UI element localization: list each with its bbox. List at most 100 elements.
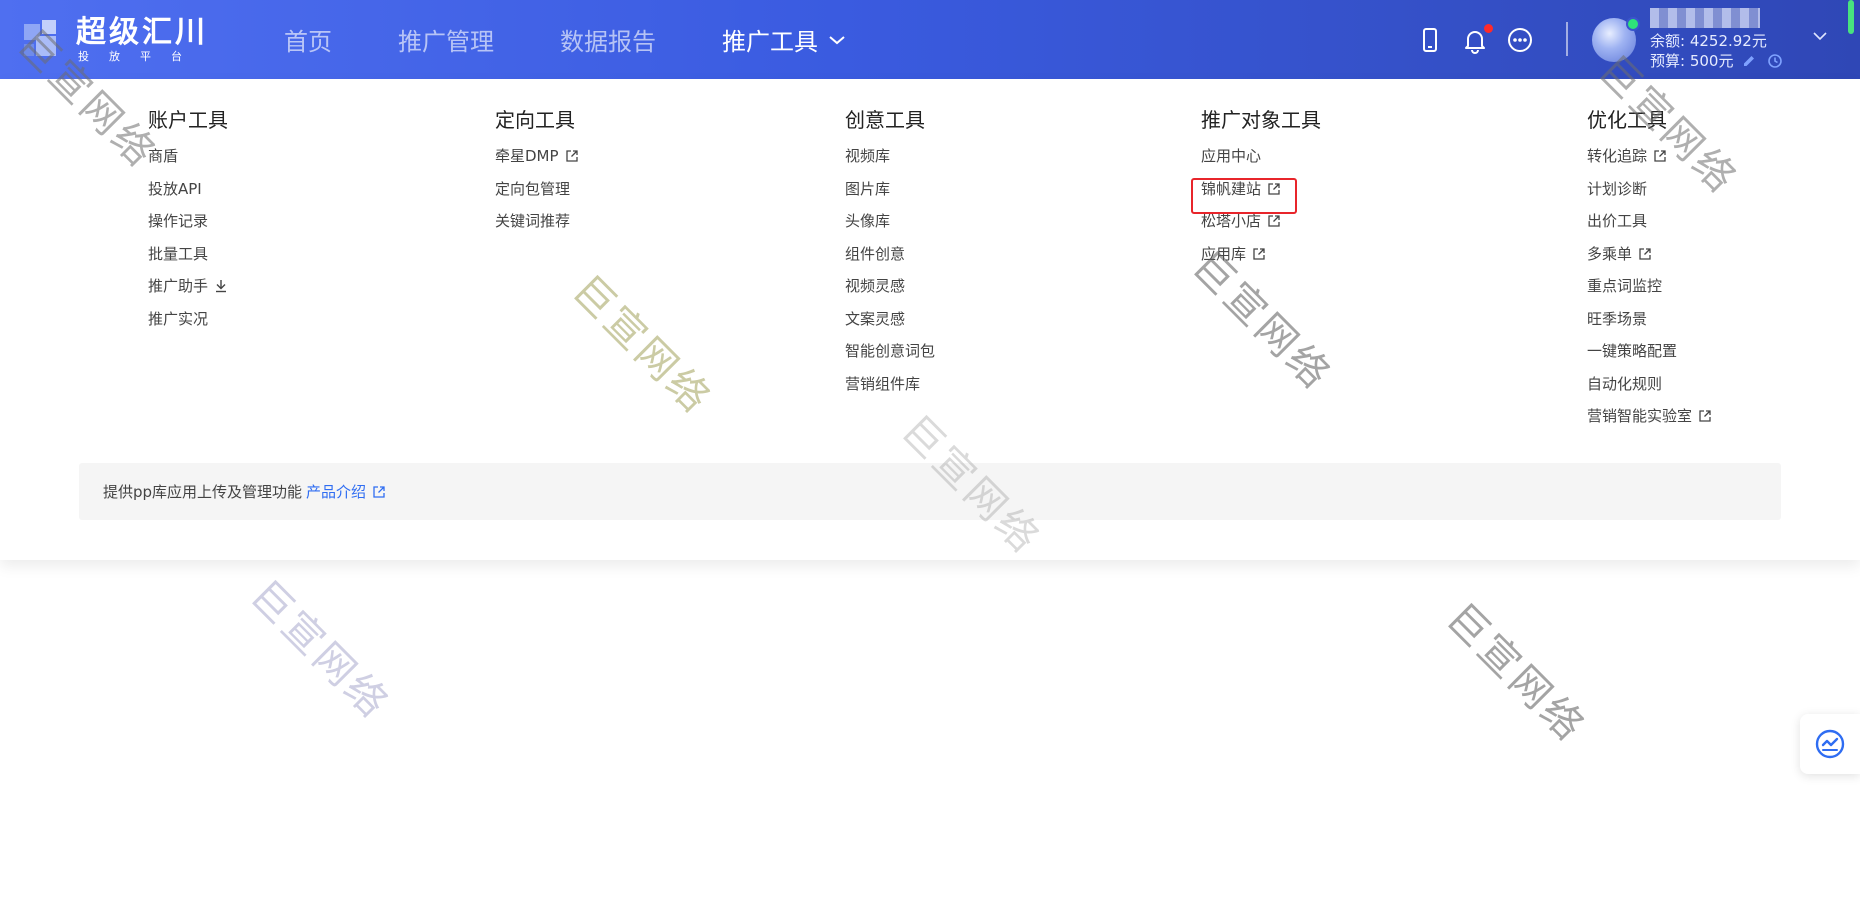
- nav-item-promotion-management[interactable]: 推广管理: [398, 22, 494, 57]
- menu-item-smart-word-package[interactable]: 智能创意词包: [845, 335, 935, 368]
- external-link-icon: [1654, 150, 1666, 162]
- menu-item-label: 批量工具: [148, 244, 209, 263]
- menu-item-dmp[interactable]: 牵星DMP: [495, 140, 579, 173]
- nav-item-promotion-tools[interactable]: 推广工具: [722, 22, 846, 57]
- top-header: 超级汇川 投放平台 首页 推广管理 数据报告 推广工具 余额: 4252.92元…: [0, 0, 1860, 79]
- menu-item-label: 自动化规则: [1587, 374, 1663, 393]
- menu-column-promotion-object-tools: 推广对象工具 应用中心 锦帆建站 松塔小店 应用库: [1201, 106, 1321, 270]
- product-intro-link[interactable]: 产品介绍: [306, 481, 386, 502]
- watermark: 巨宣网络: [1437, 595, 1595, 753]
- menu-item-label: 营销组件库: [845, 374, 921, 393]
- external-link-icon: [1699, 410, 1711, 422]
- column-title: 定向工具: [495, 108, 575, 132]
- menu-item-targeting-package[interactable]: 定向包管理: [495, 173, 579, 206]
- menu-item-label: 推广助手: [148, 277, 209, 295]
- menu-item-songta-shop[interactable]: 松塔小店: [1201, 205, 1321, 238]
- column-title: 优化工具: [1587, 108, 1667, 132]
- scrollbar-thumb[interactable]: [1848, 0, 1854, 34]
- external-link-icon: [1268, 183, 1280, 195]
- external-link-icon: [1639, 248, 1651, 260]
- menu-item-label: 多乘单: [1587, 244, 1633, 263]
- column-title: 账户工具: [148, 108, 228, 132]
- more-icon[interactable]: [1506, 26, 1534, 54]
- download-icon: [216, 280, 227, 293]
- menu-item-label: 图片库: [845, 179, 891, 198]
- notification-dot: [1484, 24, 1493, 33]
- watermark: 巨宣网络: [241, 572, 399, 730]
- menu-item-label: 操作记录: [148, 212, 209, 230]
- menu-item-keyword-monitor[interactable]: 重点词监控: [1587, 270, 1712, 303]
- account-balance: 余额: 4252.92元: [1650, 32, 1767, 50]
- menu-item-app-center[interactable]: 应用中心: [1201, 140, 1321, 173]
- menu-item-shangdun[interactable]: 商盾: [148, 140, 228, 173]
- user-menu-chevron-icon[interactable]: [1812, 30, 1828, 42]
- menu-item-marketing-lab[interactable]: 营销智能实验室: [1587, 400, 1712, 433]
- external-link-icon: [1268, 215, 1280, 227]
- menu-item-label: 转化追踪: [1587, 147, 1648, 165]
- menu-item-automation-rules[interactable]: 自动化规则: [1587, 368, 1712, 401]
- menu-item-duochengdan[interactable]: 多乘单: [1587, 238, 1712, 271]
- menu-item-keyword-recommend[interactable]: 关键词推荐: [495, 205, 579, 238]
- edit-icon[interactable]: [1741, 53, 1757, 69]
- account-budget-text: 预算: 500元: [1650, 52, 1734, 70]
- account-budget: 预算: 500元: [1650, 50, 1783, 71]
- menu-item-label: 计划诊断: [1587, 179, 1648, 198]
- logo[interactable]: 超级汇川 投放平台: [22, 16, 205, 66]
- nav-item-data-report[interactable]: 数据报告: [560, 22, 656, 57]
- menu-item-marketing-components[interactable]: 营销组件库: [845, 368, 935, 401]
- info-bar: 提供pp库应用上传及管理功能 产品介绍: [79, 463, 1781, 520]
- menu-item-label: 视频灵感: [845, 277, 906, 295]
- menu-item-image-library[interactable]: 图片库: [845, 173, 935, 206]
- menu-item-promotion-live[interactable]: 推广实况: [148, 303, 228, 336]
- menu-item-label: 牵星DMP: [495, 147, 559, 165]
- menu-item-label: 头像库: [845, 212, 891, 230]
- username-blurred: [1650, 8, 1760, 28]
- menu-column-account-tools: 账户工具 商盾 投放API 操作记录 批量工具 推广助手 推广实况: [148, 106, 228, 335]
- info-text: 提供pp库应用上传及管理功能: [103, 483, 303, 501]
- menu-item-label: 应用库: [1201, 244, 1247, 263]
- clock-icon[interactable]: [1767, 53, 1783, 69]
- external-link-icon: [565, 150, 578, 162]
- menu-item-label: 推广实况: [148, 309, 209, 328]
- menu-item-label: 营销智能实验室: [1587, 407, 1693, 425]
- menu-item-label: 投放API: [148, 179, 202, 198]
- logo-mark-icon: [24, 20, 56, 56]
- menu-item-peak-season[interactable]: 旺季场景: [1587, 303, 1712, 336]
- menu-item-label: 商盾: [148, 147, 179, 165]
- menu-item-copy-inspiration[interactable]: 文案灵感: [845, 303, 935, 336]
- product-intro-link-label: 产品介绍: [306, 483, 367, 501]
- menu-item-component-creative[interactable]: 组件创意: [845, 238, 935, 271]
- menu-item-app-library[interactable]: 应用库: [1201, 238, 1321, 271]
- floating-assistant-button[interactable]: [1800, 714, 1860, 774]
- menu-item-label: 一键策略配置: [1587, 342, 1678, 360]
- menu-item-api[interactable]: 投放API: [148, 173, 228, 206]
- menu-item-label: 文案灵感: [845, 309, 906, 328]
- online-status-dot: [1626, 17, 1640, 31]
- menu-item-video-library[interactable]: 视频库: [845, 140, 935, 173]
- nav-item-promotion-tools-label: 推广工具: [722, 28, 818, 56]
- menu-item-promotion-assistant[interactable]: 推广助手: [148, 270, 228, 303]
- menu-item-label: 松塔小店: [1201, 212, 1262, 230]
- mobile-icon[interactable]: [1416, 26, 1444, 54]
- menu-item-label: 定向包管理: [495, 179, 571, 198]
- menu-item-label: 关键词推荐: [495, 212, 571, 230]
- menu-item-plan-diagnosis[interactable]: 计划诊断: [1587, 173, 1712, 206]
- menu-item-bid-tools[interactable]: 出价工具: [1587, 205, 1712, 238]
- menu-item-one-click-strategy[interactable]: 一键策略配置: [1587, 335, 1712, 368]
- menu-column-optimization-tools: 优化工具 转化追踪 计划诊断 出价工具 多乘单 重点词监控 旺季场景 一键策略配…: [1587, 106, 1712, 433]
- menu-item-batch-tools[interactable]: 批量工具: [148, 238, 228, 271]
- menu-item-avatar-library[interactable]: 头像库: [845, 205, 935, 238]
- menu-item-label: 应用中心: [1201, 147, 1262, 165]
- column-title: 推广对象工具: [1201, 108, 1321, 132]
- menu-item-operation-log[interactable]: 操作记录: [148, 205, 228, 238]
- menu-item-label: 旺季场景: [1587, 309, 1648, 328]
- nav-item-home[interactable]: 首页: [284, 22, 332, 57]
- menu-item-conversion-tracking[interactable]: 转化追踪: [1587, 140, 1712, 173]
- menu-item-label: 视频库: [845, 147, 891, 165]
- header-divider: [1566, 22, 1568, 56]
- external-link-icon: [1253, 248, 1265, 260]
- logo-title: 超级汇川: [76, 15, 208, 50]
- menu-item-label: 智能创意词包: [845, 342, 936, 360]
- menu-item-video-inspiration[interactable]: 视频灵感: [845, 270, 935, 303]
- menu-item-jinfan-site-builder[interactable]: 锦帆建站: [1201, 173, 1321, 206]
